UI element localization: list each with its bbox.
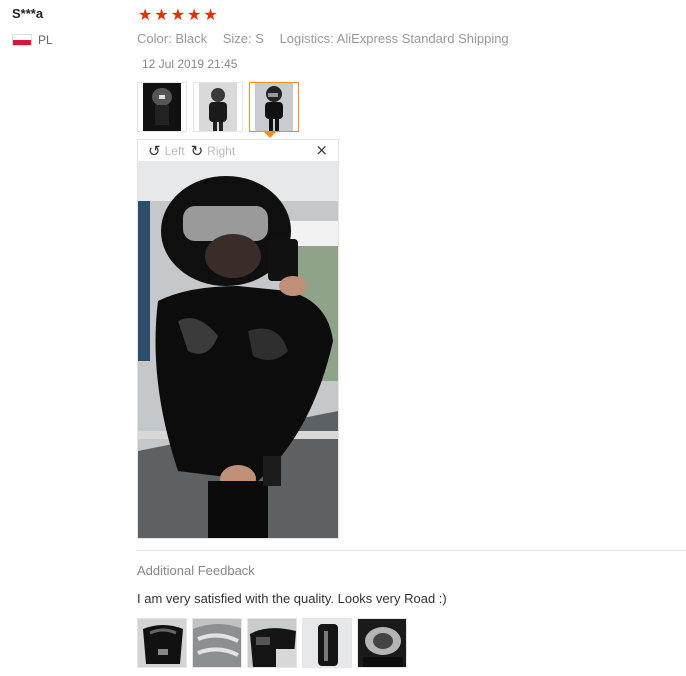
- review-thumbnail-2[interactable]: [193, 82, 243, 132]
- rotate-right-label: Right: [207, 143, 236, 158]
- photo-thumbnail-image: [248, 619, 296, 667]
- additional-thumbnail-4[interactable]: [302, 618, 352, 668]
- review-date: 12 Jul 2019 21:45: [142, 57, 238, 71]
- review-thumbnail-3[interactable]: [249, 82, 299, 132]
- section-divider: [137, 550, 686, 551]
- logistics-value: AliExpress Standard Shipping: [336, 31, 509, 46]
- image-viewer: ↺ Left ↻ Right ×: [137, 139, 339, 539]
- rotate-left-button[interactable]: ↺ Left: [148, 141, 185, 160]
- photo-thumbnail-image: [303, 619, 351, 667]
- review-photo-image: [138, 161, 338, 538]
- additional-feedback-text: I am very satisfied with the quality. Lo…: [137, 591, 447, 606]
- reviewer-name: S***a: [12, 6, 44, 21]
- photo-thumbnail-image: [255, 83, 293, 131]
- rating-stars: ★ ★ ★ ★ ★: [138, 6, 218, 24]
- rotate-right-icon: ↻: [190, 141, 204, 160]
- star-icon: ★: [170, 5, 186, 24]
- photo-thumbnail-image: [193, 619, 241, 667]
- rotate-right-button[interactable]: ↻ Right: [190, 141, 236, 160]
- poland-flag-icon: [12, 34, 32, 46]
- photo-thumbnail-image: [143, 83, 181, 131]
- rotate-left-label: Left: [164, 143, 185, 158]
- star-icon: ★: [203, 5, 218, 24]
- size-value: S: [255, 31, 264, 46]
- additional-feedback-thumbnails: [137, 618, 407, 668]
- additional-thumbnail-2[interactable]: [192, 618, 242, 668]
- star-icon: ★: [154, 5, 169, 24]
- additional-thumbnail-3[interactable]: [247, 618, 297, 668]
- logistics-label: Logistics:: [279, 31, 334, 46]
- photo-thumbnail-image: [199, 83, 237, 131]
- country-code: PL: [38, 33, 53, 47]
- additional-feedback-title: Additional Feedback: [137, 563, 255, 578]
- review-thumbnails: [137, 82, 299, 132]
- size-label: Size:: [222, 31, 252, 46]
- photo-thumbnail-image: [358, 619, 406, 667]
- star-icon: ★: [138, 5, 153, 24]
- color-value: Black: [175, 31, 208, 46]
- image-viewer-toolbar: ↺ Left ↻ Right ×: [138, 140, 338, 161]
- reviewer-country: PL: [12, 33, 53, 47]
- review-thumbnail-1[interactable]: [137, 82, 187, 132]
- photo-thumbnail-image: [138, 619, 186, 667]
- active-thumbnail-caret: [264, 132, 276, 138]
- additional-thumbnail-5[interactable]: [357, 618, 407, 668]
- review-photo-large: [138, 161, 338, 538]
- rotate-left-icon: ↺: [148, 141, 161, 160]
- star-icon: ★: [187, 5, 202, 24]
- close-icon[interactable]: ×: [315, 141, 328, 159]
- color-label: Color:: [137, 31, 172, 46]
- order-attributes: Color: Black Size: S Logistics: AliExpre…: [137, 31, 521, 46]
- additional-thumbnail-1[interactable]: [137, 618, 187, 668]
